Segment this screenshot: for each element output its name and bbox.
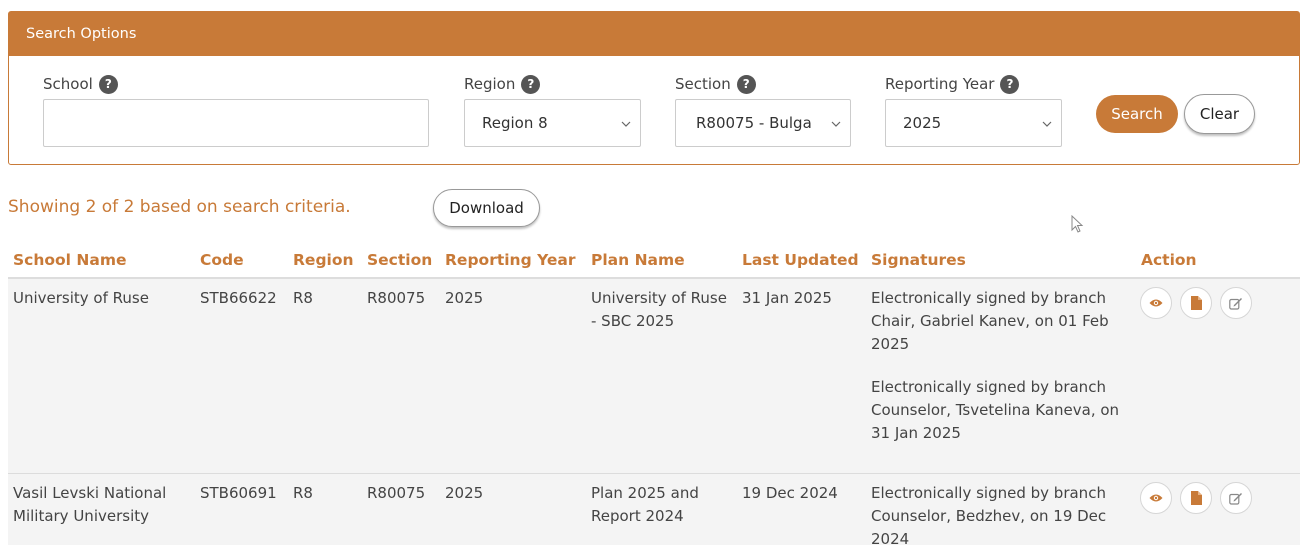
panel-title: Search Options [9, 12, 1299, 56]
cell-code: STB66622 [200, 289, 277, 307]
edit-button[interactable] [1220, 482, 1252, 514]
col-header-plan-name[interactable]: Plan Name [591, 251, 685, 269]
document-button[interactable] [1180, 482, 1212, 514]
col-header-last-updated[interactable]: Last Updated [742, 251, 859, 269]
results-summary: Showing 2 of 2 based on search criteria. [8, 197, 351, 217]
chevron-down-icon [831, 121, 841, 127]
cell-reporting-year: 2025 [445, 289, 484, 307]
cell-section: R80075 [367, 484, 426, 502]
col-header-section[interactable]: Section [367, 251, 432, 269]
col-header-action: Action [1141, 251, 1197, 269]
cell-plan-name: Plan 2025 and Report 2024 [591, 484, 699, 525]
region-label: Region ? [464, 73, 541, 95]
col-header-signatures[interactable]: Signatures [871, 251, 966, 269]
eye-icon [1149, 299, 1163, 307]
cell-section: R80075 [367, 289, 426, 307]
school-label: School ? [43, 73, 118, 95]
help-icon[interactable]: ? [98, 74, 118, 94]
cell-signature: Electronically signed by branch Counselo… [871, 484, 1107, 548]
school-label-text: School [43, 75, 93, 93]
cell-school-name: Vasil Levski National Military Universit… [13, 484, 167, 525]
edit-icon [1229, 492, 1242, 505]
reporting-year-select-value: 2025 [903, 114, 942, 132]
cell-last-updated: 19 Dec 2024 [742, 484, 838, 502]
cell-region: R8 [293, 484, 313, 502]
help-icon[interactable]: ? [521, 74, 541, 94]
col-header-school-name[interactable]: School Name [13, 251, 127, 269]
edit-icon [1229, 297, 1242, 310]
cell-plan-name: University of Ruse - SBC 2025 [591, 289, 727, 330]
cell-code: STB60691 [200, 484, 277, 502]
mouse-cursor-icon [1071, 215, 1084, 233]
cell-school-name: University of Ruse [13, 289, 149, 307]
cell-last-updated: 31 Jan 2025 [742, 289, 832, 307]
document-button[interactable] [1180, 287, 1212, 319]
reporting-year-label: Reporting Year ? [885, 73, 1020, 95]
cell-reporting-year: 2025 [445, 484, 484, 502]
view-button[interactable] [1140, 287, 1172, 319]
region-label-text: Region [464, 75, 516, 93]
school-input[interactable] [43, 99, 429, 147]
clear-button[interactable]: Clear [1184, 94, 1255, 134]
col-header-reporting-year[interactable]: Reporting Year [445, 251, 576, 269]
reporting-year-label-text: Reporting Year [885, 75, 995, 93]
cell-region: R8 [293, 289, 313, 307]
eye-icon [1149, 494, 1163, 502]
section-label-text: Section [675, 75, 731, 93]
search-button[interactable]: Search [1096, 95, 1178, 133]
chevron-down-icon [621, 121, 631, 127]
chevron-down-icon [1042, 121, 1052, 127]
region-select[interactable]: Region 8 [464, 99, 641, 147]
section-select[interactable]: R80075 - Bulga [675, 99, 851, 147]
region-select-value: Region 8 [482, 114, 548, 132]
edit-button[interactable] [1220, 287, 1252, 319]
cell-signature: Electronically signed by branch Chair, G… [871, 289, 1109, 353]
download-button[interactable]: Download [433, 189, 540, 227]
help-icon[interactable]: ? [1000, 74, 1020, 94]
file-icon [1190, 296, 1202, 310]
section-label: Section ? [675, 73, 756, 95]
file-icon [1190, 491, 1202, 505]
cell-signature: Electronically signed by branch Counselo… [871, 378, 1120, 442]
view-button[interactable] [1140, 482, 1172, 514]
col-header-code[interactable]: Code [200, 251, 244, 269]
reporting-year-select[interactable]: 2025 [885, 99, 1062, 147]
help-icon[interactable]: ? [736, 74, 756, 94]
col-header-region[interactable]: Region [293, 251, 354, 269]
section-select-value: R80075 - Bulga [696, 114, 812, 132]
